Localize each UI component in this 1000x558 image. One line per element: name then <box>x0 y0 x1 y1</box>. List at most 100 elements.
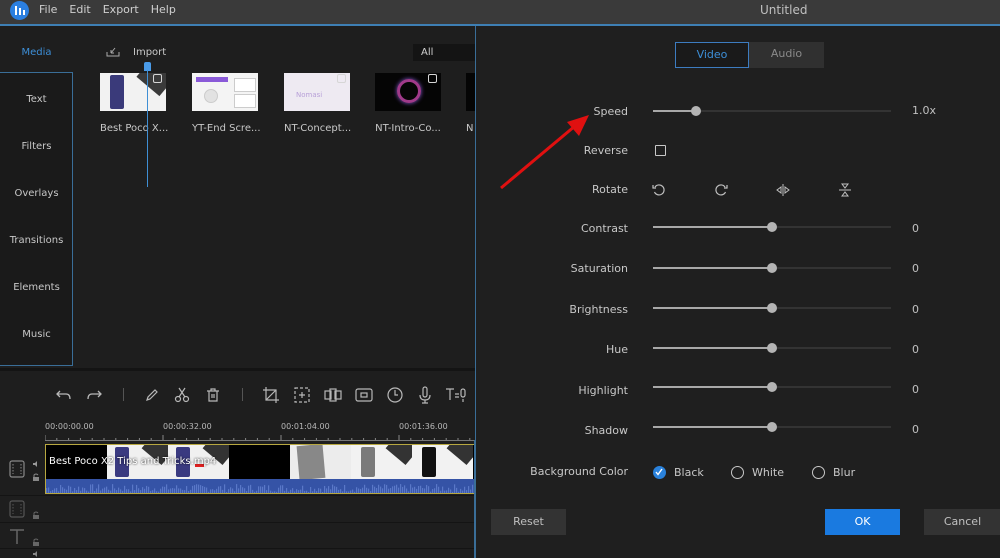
video-clip[interactable]: Best Poco X2 Tips and Tricks.mp4 <box>45 444 475 494</box>
zoom-frame-button[interactable] <box>293 386 311 404</box>
waveform-bar <box>92 484 94 493</box>
rotate-left-button[interactable] <box>652 182 666 196</box>
flip-horizontal-button[interactable] <box>776 182 790 196</box>
freeze-frame-button[interactable] <box>355 386 373 404</box>
waveform-bar <box>442 486 444 493</box>
sidebar-item-elements[interactable]: Elements <box>0 282 73 293</box>
timeline-ruler[interactable]: 00:00:00.00 00:00:32.00 00:01:04.00 00:0… <box>0 419 475 441</box>
waveform-bar <box>446 490 448 493</box>
volume-icon[interactable] <box>32 550 40 558</box>
flip-vertical-icon <box>839 183 851 197</box>
volume-icon[interactable] <box>32 460 40 468</box>
slider-knob[interactable] <box>767 382 777 392</box>
media-item[interactable]: YT-End Scre... <box>192 73 261 134</box>
waveform-bar <box>48 487 50 493</box>
menu-edit[interactable]: Edit <box>69 0 90 24</box>
video-editor-window: File Edit Export Help Untitled Media Tex… <box>0 0 1000 558</box>
waveform-bar <box>142 487 144 493</box>
contrast-slider[interactable] <box>653 222 891 232</box>
reset-button[interactable]: Reset <box>491 509 566 535</box>
slider-knob[interactable] <box>767 263 777 273</box>
duration-button[interactable] <box>386 386 404 404</box>
saturation-slider[interactable] <box>653 263 891 273</box>
waveform-bar <box>114 488 116 493</box>
media-item[interactable]: N <box>466 73 475 134</box>
cancel-button[interactable]: Cancel <box>924 509 1000 535</box>
waveform-bar <box>358 488 360 493</box>
sidebar-item-filters[interactable]: Filters <box>0 141 73 152</box>
ok-button[interactable]: OK <box>825 509 900 535</box>
reverse-checkbox[interactable] <box>655 145 666 156</box>
hue-label: Hue <box>605 343 628 356</box>
radio-checked-icon <box>653 466 666 479</box>
speed-slider[interactable] <box>653 106 891 116</box>
slider-knob[interactable] <box>767 222 777 232</box>
edit-button[interactable] <box>143 386 161 404</box>
ruler-label: 00:01:04.00 <box>281 422 330 431</box>
window-title: Untitled <box>760 3 808 17</box>
waveform-bar <box>58 491 60 493</box>
rotate-right-button[interactable] <box>714 182 728 196</box>
hue-slider[interactable] <box>653 343 891 353</box>
media-item[interactable]: Best Poco X... <box>100 73 168 134</box>
sidebar-item-transitions[interactable]: Transitions <box>0 235 73 246</box>
waveform-bar <box>334 486 336 493</box>
slider-knob[interactable] <box>767 303 777 313</box>
zoom-frame-icon <box>294 387 310 403</box>
waveform-bar <box>290 489 292 493</box>
slider-knob[interactable] <box>767 422 777 432</box>
media-item[interactable]: Nomasi NT-Concept... <box>284 73 351 134</box>
delete-button[interactable] <box>204 386 222 404</box>
undo-button[interactable] <box>55 386 73 404</box>
menu-help[interactable]: Help <box>151 0 176 24</box>
flip-vertical-button[interactable] <box>838 182 852 197</box>
slider-fill <box>653 426 772 428</box>
waveform-bar <box>122 490 124 493</box>
slider-knob[interactable] <box>690 106 701 116</box>
waveform-bar <box>212 489 214 493</box>
background-black-radio[interactable]: Black <box>653 466 704 479</box>
waveform-bar <box>118 487 120 493</box>
background-blur-radio[interactable]: Blur <box>812 466 855 479</box>
sidebar-item-text[interactable]: Text <box>0 94 73 105</box>
mosaic-button[interactable] <box>324 386 342 404</box>
waveform-bar <box>136 484 138 493</box>
import-button[interactable]: Import <box>105 46 166 58</box>
text-to-speech-button[interactable] <box>445 386 469 404</box>
media-filter-dropdown[interactable]: All <box>413 44 475 61</box>
voiceover-button[interactable] <box>416 386 434 404</box>
waveform-bar <box>150 490 152 493</box>
waveform-bar <box>158 491 160 493</box>
tab-audio[interactable]: Audio <box>749 42 824 68</box>
menu-export[interactable]: Export <box>103 0 139 24</box>
lock-icon[interactable] <box>32 538 40 546</box>
cut-button[interactable] <box>173 386 191 404</box>
redo-button[interactable] <box>85 386 103 404</box>
waveform-bar <box>242 487 244 493</box>
highlight-slider[interactable] <box>653 382 891 392</box>
waveform-bar <box>156 491 158 493</box>
sidebar-item-media[interactable]: Media <box>0 47 73 58</box>
waveform-bar <box>82 487 84 493</box>
text-track-icon <box>10 529 24 544</box>
waveform-bar <box>262 486 264 493</box>
crop-button[interactable] <box>262 386 280 404</box>
app-logo-icon[interactable] <box>10 1 29 20</box>
waveform-bar <box>178 488 180 493</box>
waveform-bar <box>456 487 458 493</box>
text-track <box>0 523 475 549</box>
media-item[interactable]: NT-Intro-Co... <box>375 73 441 134</box>
menu-file[interactable]: File <box>39 0 57 24</box>
sidebar-item-overlays[interactable]: Overlays <box>0 188 73 199</box>
tab-video[interactable]: Video <box>675 42 749 68</box>
waveform-bar <box>88 491 90 493</box>
lock-icon[interactable] <box>32 511 40 519</box>
background-white-radio[interactable]: White <box>731 466 784 479</box>
sidebar-item-music[interactable]: Music <box>0 329 73 340</box>
shadow-slider[interactable] <box>653 422 891 432</box>
lock-icon[interactable] <box>32 473 40 481</box>
timeline-toolbar <box>0 371 475 421</box>
slider-knob[interactable] <box>767 343 777 353</box>
brightness-slider[interactable] <box>653 303 891 313</box>
waveform-bar <box>320 488 322 493</box>
